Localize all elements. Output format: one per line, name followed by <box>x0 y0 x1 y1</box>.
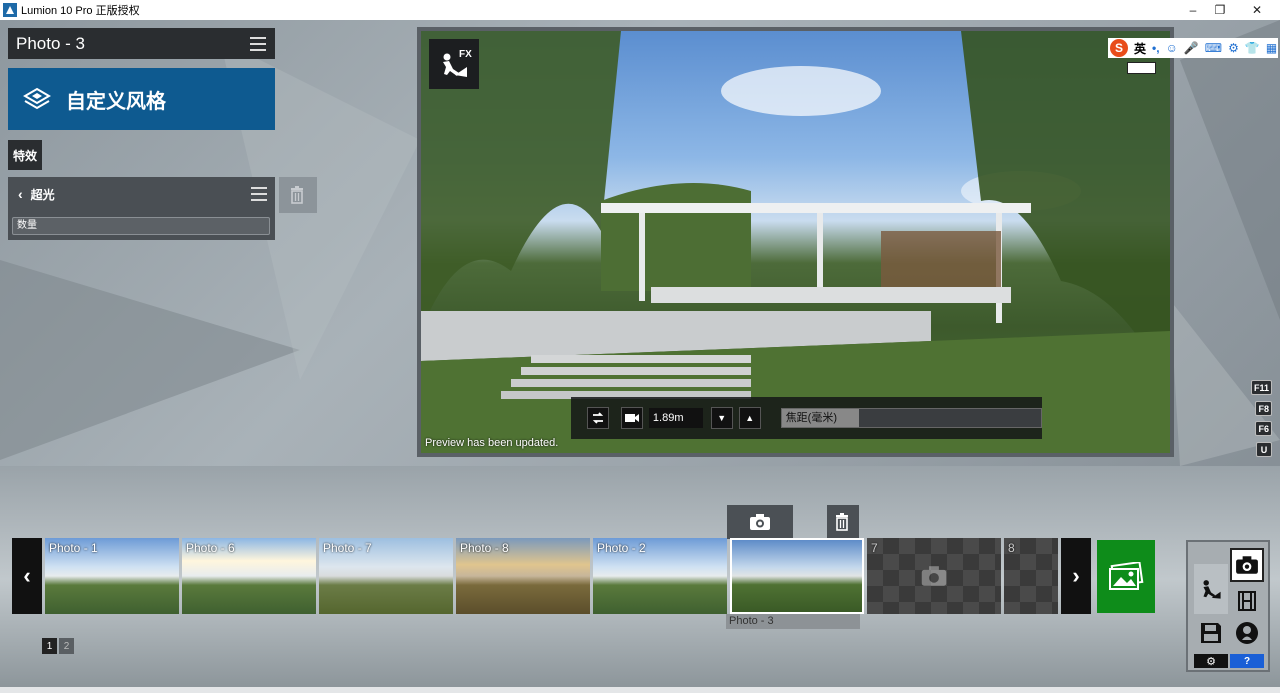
empty-photo-slot[interactable]: 7 <box>867 538 1001 614</box>
photo-title: Photo - 3 <box>16 33 85 53</box>
effect-header: ‹ 超光 <box>8 177 275 211</box>
page-2-button[interactable]: 2 <box>59 638 74 654</box>
photo-thumbnail[interactable]: Photo - 2 <box>593 538 727 614</box>
camera-height-value: 1.89m <box>648 408 703 428</box>
thumbnail-label: Photo - 7 <box>323 541 372 555</box>
selected-photo-caption: Photo - 3 <box>726 614 860 629</box>
triangle-down-icon: ▼ <box>717 413 727 423</box>
height-down-button[interactable]: ▼ <box>710 407 733 429</box>
grid-menu-icon[interactable]: ▦ <box>1266 41 1277 55</box>
fx-label: FX <box>459 49 472 60</box>
delete-photo-button[interactable] <box>827 505 859 539</box>
scene-illustration <box>421 31 1170 453</box>
globe-info-icon <box>1236 622 1258 644</box>
swap-arrows-icon <box>592 412 604 424</box>
triangle-up-icon: ▲ <box>745 413 755 423</box>
slot-number: 8 <box>1008 541 1015 555</box>
filmstrip-prev-button[interactable]: ‹ <box>12 538 42 614</box>
height-up-button[interactable]: ▲ <box>738 407 761 429</box>
images-icon <box>1109 561 1144 590</box>
skin-icon[interactable]: 👕 <box>1245 41 1260 55</box>
taskbar-strip <box>0 687 1280 693</box>
trash-icon <box>836 513 848 531</box>
build-mode-button[interactable] <box>1194 564 1228 614</box>
save-button[interactable] <box>1194 616 1228 650</box>
camera-icon <box>750 514 770 530</box>
close-button[interactable]: ✕ <box>1240 0 1274 20</box>
effects-tab[interactable]: 特效 <box>8 140 42 170</box>
shortcut-f11[interactable]: F11 <box>1250 380 1272 395</box>
layers-icon <box>23 87 51 110</box>
empty-photo-slot[interactable]: 8 <box>1004 538 1058 614</box>
shortcut-u[interactable]: U <box>1256 442 1272 457</box>
worker-fx-icon: FX <box>443 49 472 77</box>
quantity-slider[interactable]: 数量 <box>12 217 270 235</box>
restore-button[interactable]: ❐ <box>1203 0 1237 20</box>
shortcut-f6[interactable]: F6 <box>1255 421 1272 436</box>
take-photo-button[interactable] <box>727 505 793 539</box>
keyboard-icon[interactable]: ⌨ <box>1205 41 1222 55</box>
photo-filmstrip: ‹ Photo - 1 Photo - 6 Photo - 7 Photo - … <box>12 538 1091 614</box>
photo-thumbnail[interactable]: Photo - 8 <box>456 538 590 614</box>
video-camera-icon <box>624 414 639 422</box>
delete-effect-button[interactable] <box>279 177 317 213</box>
effect-menu-icon[interactable] <box>251 187 267 201</box>
sogou-icon[interactable]: S <box>1110 39 1128 57</box>
gallery-button[interactable] <box>1097 540 1155 613</box>
thumbnail-label: Photo - 8 <box>460 541 509 555</box>
photo-menu-icon[interactable] <box>250 36 266 51</box>
effect-panel: ‹ 超光 数量 <box>8 177 275 240</box>
fx-badge[interactable]: FX <box>429 39 479 89</box>
chevron-left-icon: ‹ <box>23 563 31 588</box>
window-title: Lumion 10 Pro 正版授权 <box>21 5 140 17</box>
mode-panel: ⚙ ? <box>1186 540 1270 672</box>
thumbnail-label: Photo - 2 <box>597 541 646 555</box>
camera-bar: 1.89m ▼ ▲ 焦距(毫米) <box>571 397 1043 439</box>
chevron-right-icon: › <box>1072 563 1080 588</box>
slot-number: 7 <box>871 541 878 555</box>
floppy-disk-icon <box>1201 623 1221 643</box>
trash-icon <box>291 186 303 204</box>
film-strip-icon <box>1238 591 1256 611</box>
emoji-icon[interactable]: ☺ <box>1166 41 1178 55</box>
camera-icon <box>1236 556 1258 574</box>
page-selector: 1 2 <box>42 638 74 654</box>
punctuation-icon[interactable]: •, <box>1152 41 1160 55</box>
photo-thumbnail-selected[interactable] <box>730 538 864 614</box>
camera-height-button[interactable] <box>620 407 643 429</box>
filmstrip-next-button[interactable]: › <box>1061 538 1091 614</box>
page-1-button[interactable]: 1 <box>42 638 57 654</box>
focal-length-slider[interactable]: 焦距(毫米) <box>780 408 1043 428</box>
lumion-app-icon <box>3 3 17 17</box>
custom-style-button[interactable]: 自定义风格 <box>8 68 275 130</box>
toolbox-icon[interactable]: ⚙ <box>1228 41 1239 55</box>
settings-button[interactable]: ⚙ <box>1194 654 1228 668</box>
thumbnail-label: Photo - 6 <box>186 541 235 555</box>
ime-toolbar: S 英 •, ☺ 🎤 ⌨ ⚙ 👕 ▦ <box>1108 38 1278 58</box>
photo-thumbnail[interactable]: Photo - 7 <box>319 538 453 614</box>
shortcut-f8[interactable]: F8 <box>1255 401 1272 416</box>
360-panorama-button[interactable] <box>1230 616 1264 650</box>
camera-icon <box>921 566 947 586</box>
photo-thumbnail[interactable]: Photo - 1 <box>45 538 179 614</box>
focal-length-label: 焦距(毫米) <box>781 409 859 427</box>
photo-title-bar: Photo - 3 <box>8 28 275 59</box>
chevron-left-icon[interactable]: ‹ <box>18 186 23 202</box>
ime-status-block <box>1127 62 1156 74</box>
title-bar: Lumion 10 Pro 正版授权 – ❐ ✕ <box>0 0 1280 20</box>
help-button[interactable]: ? <box>1230 654 1264 668</box>
photo-thumbnail[interactable]: Photo - 6 <box>182 538 316 614</box>
microphone-icon[interactable]: 🎤 <box>1184 41 1199 55</box>
preview-status: Preview has been updated. <box>425 437 559 449</box>
gear-icon: ⚙ <box>1206 655 1216 668</box>
ime-lang-toggle[interactable]: 英 <box>1134 40 1146 57</box>
render-preview[interactable]: FX Preview has been updated. 1.89m ▼ ▲ 焦… <box>417 27 1174 457</box>
movie-mode-button[interactable] <box>1230 584 1264 618</box>
swap-camera-button[interactable] <box>587 407 609 429</box>
photo-mode-button[interactable] <box>1230 548 1264 582</box>
custom-style-label: 自定义风格 <box>66 90 166 113</box>
worker-icon <box>1203 580 1221 599</box>
thumbnail-label: Photo - 1 <box>49 541 98 555</box>
effect-name: 超光 <box>30 187 55 202</box>
